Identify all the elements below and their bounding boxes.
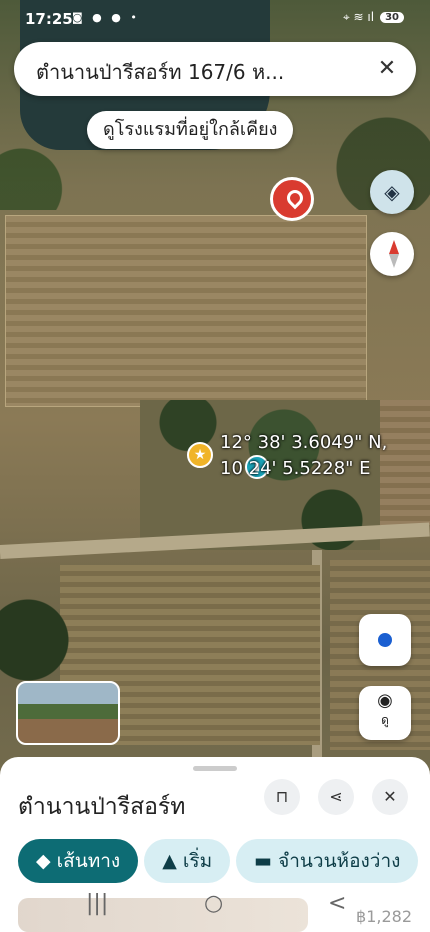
compass-icon[interactable]: [370, 232, 414, 276]
rooms-label: จำนวนห้องว่าง: [278, 850, 401, 872]
nearby-hotels-chip[interactable]: ดูโรงแรมที่อยู่ใกล้เคียง: [87, 111, 294, 149]
compass-north: [389, 240, 399, 254]
directions-button[interactable]: ◆ เส้นทาง: [18, 839, 139, 883]
search-query[interactable]: ตำนานป่ารีสอร์ท 167/6 ห...: [36, 56, 366, 88]
home-button[interactable]: ○: [204, 891, 223, 916]
my-location-icon: [378, 633, 392, 647]
bed-icon: ▬: [254, 850, 279, 872]
place-photo-thumbnail[interactable]: [16, 681, 120, 745]
lens-button[interactable]: ◉ ดู: [359, 686, 411, 740]
compass-south: [389, 254, 399, 268]
share-icon[interactable]: ⋖: [318, 779, 354, 815]
bookmark-icon[interactable]: ⊓: [264, 779, 300, 815]
recents-button[interactable]: |||: [86, 891, 108, 916]
rooms-button[interactable]: ▬ จำนวนห้องว่าง: [236, 839, 419, 883]
longitude-text: 10 24' 5.5228" E: [220, 458, 371, 479]
battery-icon: 30: [380, 12, 404, 23]
notification-icons: ◙ ● ● •: [72, 11, 140, 24]
navigation-arrow-icon: ▲: [162, 850, 183, 872]
directions-icon: ◆: [36, 850, 57, 872]
sheet-drag-handle[interactable]: [193, 766, 237, 771]
lens-label: ดู: [381, 713, 389, 727]
location-pin-icon[interactable]: [270, 177, 314, 221]
my-location-button[interactable]: [359, 614, 411, 666]
latitude-text: 12° 38' 3.6049" N,: [220, 432, 388, 453]
farm-field: [380, 400, 430, 525]
camera-lens-icon: ◉: [377, 690, 393, 711]
directions-label: เส้นทาง: [56, 850, 121, 872]
star-marker-icon[interactable]: ★: [187, 442, 213, 468]
close-icon[interactable]: ✕: [372, 779, 408, 815]
system-nav-bar: ||| ○ <: [0, 879, 430, 932]
signal-icons: ⌖ ≋ ıl: [342, 10, 375, 24]
action-chips: ◆ เส้นทาง ▲ เริ่ม ▬ จำนวนห้องว่าง: [18, 839, 430, 883]
status-bar: 17:25 ◙ ● ● • ⌖ ≋ ıl 30: [0, 0, 430, 38]
close-icon[interactable]: ✕: [372, 54, 402, 84]
start-button[interactable]: ▲ เริ่ม: [144, 839, 231, 883]
back-button[interactable]: <: [328, 891, 346, 916]
farm-field: [5, 215, 367, 407]
place-title: ตำนานป่ารีสอร์ท: [18, 794, 186, 820]
start-label: เริ่ม: [182, 850, 213, 872]
layers-icon[interactable]: ◈: [370, 170, 414, 214]
search-bar[interactable]: ตำนานป่ารีสอร์ท 167/6 ห... ✕: [14, 42, 416, 96]
status-time: 17:25: [25, 10, 73, 28]
coordinates-label: 12° 38' 3.6049" N, 10 24' 5.5228" E: [220, 430, 387, 482]
system-icons: ⌖ ≋ ıl 30: [343, 10, 404, 25]
